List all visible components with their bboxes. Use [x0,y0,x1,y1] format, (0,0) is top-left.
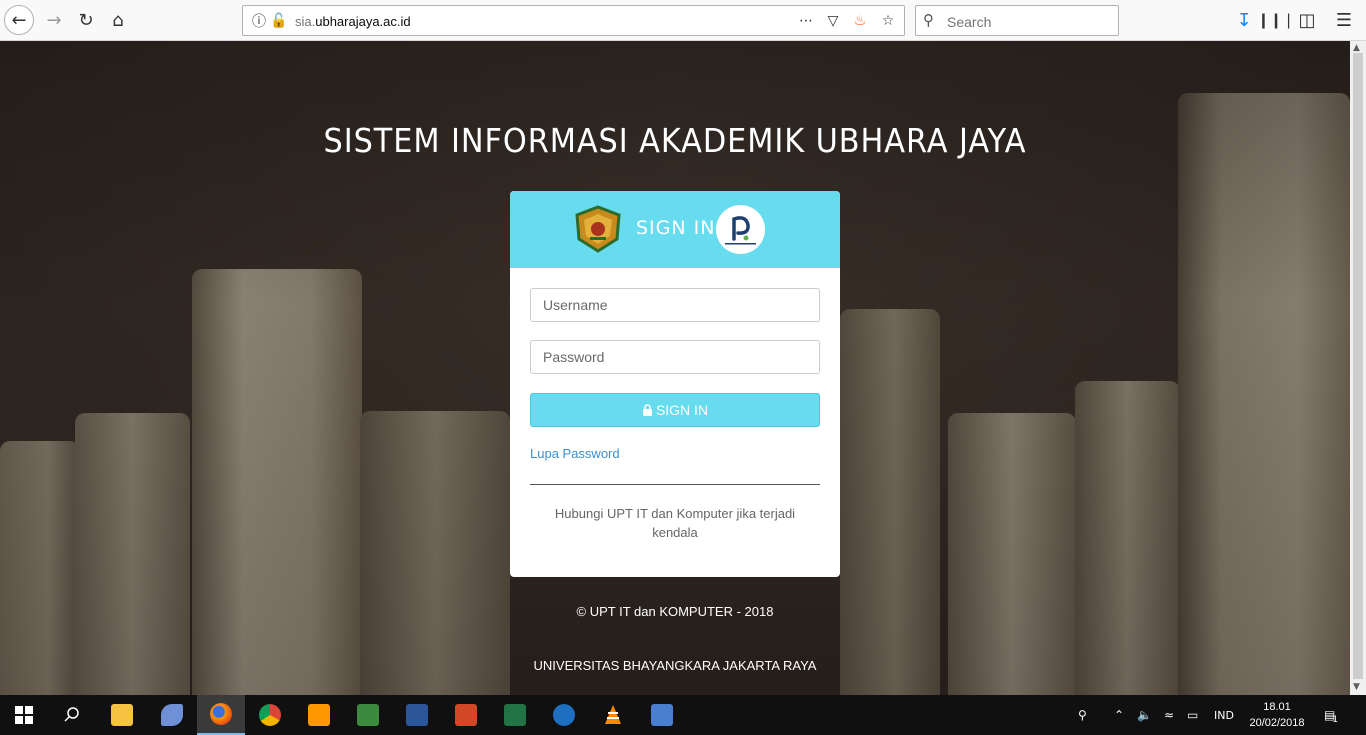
network-app[interactable] [344,695,392,735]
network-icon [357,704,379,726]
pocket-icon[interactable]: ▽ [823,11,843,31]
firefox-icon [210,703,232,725]
username-input[interactable] [530,288,820,322]
scroll-up-icon[interactable]: ▲ [1353,43,1360,53]
reload-button[interactable]: ↻ [72,6,100,34]
word-app[interactable] [393,695,441,735]
forgot-password-link[interactable]: Lupa Password [530,446,620,461]
page-background: SISTEM INFORMASI AKADEMIK UBHARA JAYA SI… [0,41,1350,695]
search-icon [64,707,79,722]
remote-desktop-icon [651,704,673,726]
clock-date: 20/02/2018 [1249,717,1305,729]
insecure-lock-icon[interactable]: 🔓 [269,11,289,31]
password-input[interactable] [530,340,820,374]
help-text: Hubungi UPT IT dan Komputer jika terjadi… [554,506,796,540]
search-icon: ⚲ [923,11,934,29]
vlc-icon [605,705,621,724]
divider [530,484,820,485]
signin-button[interactable]: SIGN IN [530,393,820,427]
taskbar-search-button[interactable] [48,695,96,735]
university-name: UNIVERSITAS BHAYANGKARA JAKARTA RAYA [533,658,817,673]
battery-icon[interactable]: ▭ [1187,695,1198,735]
taskbar: ⚲ ⌃ 🔈 ≈ ▭ IND 18.01 20/02/2018 ▤ 1 [0,695,1366,735]
browser-toolbar: ← → ↻ ⌂ ⓘ 🔓 sia.ubharajaya.ac.id ⋯ ▽ ♨ ☆… [0,0,1366,41]
volume-icon[interactable]: 🔈 [1137,695,1152,735]
excel-app[interactable] [491,695,539,735]
home-button[interactable]: ⌂ [104,6,132,34]
chrome-icon [259,704,281,726]
page-actions-icon[interactable]: ⋯ [796,11,816,31]
chrome-app[interactable] [246,695,294,735]
card-title: SIGN IN [636,217,716,239]
page-scrollbar[interactable]: ▲ ▼ [1350,41,1366,695]
show-hidden-icons[interactable]: ⌃ [1114,695,1124,735]
menu-icon[interactable]: ☰ [1330,6,1358,34]
globe-icon [553,704,575,726]
excel-icon [504,704,526,726]
wifi-icon[interactable]: ≈ [1164,695,1174,735]
page-title: SISTEM INFORMASI AKADEMIK UBHARA JAYA [323,121,1027,160]
info-icon[interactable]: ⓘ [249,11,269,31]
signin-button-label: SIGN IN [655,402,709,418]
url-bar[interactable]: ⓘ 🔓 sia.ubharajaya.ac.id ⋯ ▽ ♨ ☆ [242,5,905,36]
forward-button[interactable]: → [40,6,68,34]
url-text[interactable]: sia.ubharajaya.ac.id [295,14,411,29]
remote-desktop-app[interactable] [638,695,686,735]
people-icon[interactable]: ⚲ [1078,695,1087,735]
sublime-icon [308,704,330,726]
start-button[interactable] [0,695,48,735]
powerpoint-icon [455,704,477,726]
windows-logo-icon [15,706,33,724]
bookmark-star-icon[interactable]: ☆ [878,11,898,31]
globe-browser-app[interactable] [540,695,588,735]
back-button[interactable]: ← [4,5,34,35]
sidebar-icon[interactable]: ◫ [1293,6,1321,34]
upt-logo [716,205,765,254]
firefox-app[interactable] [197,695,245,735]
clock-time: 18.01 [1263,701,1291,713]
dolphin-icon [161,704,183,726]
fire-extension-icon[interactable]: ♨ [850,11,870,31]
lock-icon [642,404,652,416]
vlc-app[interactable] [589,695,637,735]
search-bar[interactable]: ⚲ Search [915,5,1119,36]
powerpoint-app[interactable] [442,695,490,735]
action-center-button[interactable]: ▤ 1 [1324,695,1338,735]
copyright-text: © UPT IT dan KOMPUTER - 2018 [576,604,774,619]
university-logo [575,205,621,253]
scroll-down-icon[interactable]: ▼ [1353,682,1360,692]
scrollbar-thumb[interactable] [1353,53,1363,679]
sublime-text-app[interactable] [295,695,343,735]
system-clock[interactable]: 18.01 20/02/2018 [1245,699,1309,731]
file-explorer-app[interactable] [98,695,146,735]
download-icon[interactable]: ↧ [1230,6,1258,34]
folder-icon [111,704,133,726]
login-card: SIGN IN SIGN IN Lupa Password Hubungi UP… [510,191,840,577]
language-indicator[interactable]: IND [1214,695,1234,735]
card-header: SIGN IN [510,191,840,268]
library-icon[interactable]: ❙❙❘ [1257,6,1295,34]
dolphin-app[interactable] [148,695,196,735]
search-placeholder: Search [947,14,992,30]
word-icon [406,704,428,726]
notification-count: 1 [1332,715,1339,725]
